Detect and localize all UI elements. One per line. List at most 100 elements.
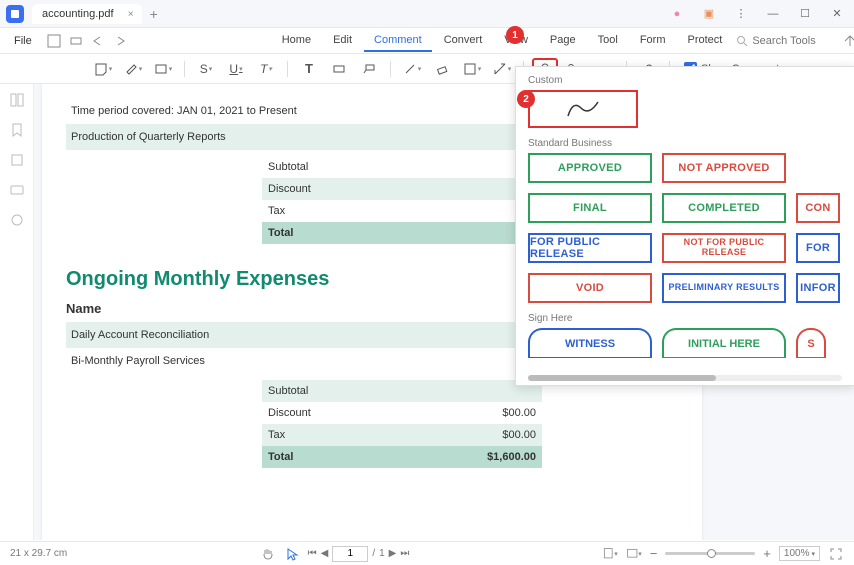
select-tool-icon[interactable] [284, 546, 300, 562]
zoom-in-button[interactable]: + [763, 546, 771, 561]
stamp-infor[interactable]: INFOR [796, 273, 840, 303]
totals-block-2: Subtotal Discount$00.00 Tax$00.00 Total$… [262, 380, 542, 468]
strikethrough-tool[interactable]: S▾ [193, 58, 219, 80]
custom-section-label: Custom [528, 75, 842, 86]
page-dimensions: 21 x 29.7 cm [10, 548, 67, 559]
text-tool[interactable]: T [296, 58, 322, 80]
menu-page[interactable]: Page [540, 30, 586, 52]
panel-scrollbar[interactable] [528, 375, 842, 381]
thumbnails-icon[interactable] [9, 92, 25, 108]
subtotal-label: Subtotal [268, 161, 308, 173]
zoom-level[interactable]: 100%▾ [779, 546, 820, 561]
menubar: File Home Edit Comment Convert View Page… [0, 28, 854, 54]
tax-label: Tax [268, 429, 285, 441]
stamp-con[interactable]: CON [796, 193, 840, 223]
total-label: Total [268, 227, 293, 239]
total-value: $1,600.00 [487, 451, 536, 463]
zoom-slider[interactable] [665, 552, 755, 555]
main-menus: Home Edit Comment Convert View Page Tool… [272, 30, 733, 52]
shapes-tool[interactable]: ▾ [459, 58, 485, 80]
print-icon[interactable] [68, 33, 84, 49]
discount-value: $00.00 [502, 407, 536, 419]
document-tab[interactable]: accounting.pdf × [32, 4, 142, 24]
stamp-preliminary-results[interactable]: PRELIMINARY RESULTS [662, 273, 786, 303]
search-input[interactable] [752, 35, 832, 47]
search-tools[interactable] [736, 35, 832, 47]
page-total: 1 [379, 548, 385, 559]
sign-stamp-initial-here[interactable]: INITIAL HERE [662, 328, 786, 358]
first-page-button[interactable]: ⏮ [308, 548, 317, 559]
eraser-tool[interactable] [429, 58, 455, 80]
fields-icon[interactable] [9, 182, 25, 198]
fullscreen-icon[interactable] [828, 546, 844, 562]
menu-convert[interactable]: Convert [434, 30, 493, 52]
menu-tool[interactable]: Tool [588, 30, 628, 52]
page-input[interactable] [332, 546, 368, 562]
note-tool[interactable]: ▾ [90, 58, 116, 80]
menu-comment[interactable]: Comment [364, 30, 432, 52]
stamp-for[interactable]: FOR [796, 233, 840, 263]
tax-label: Tax [268, 205, 285, 217]
tab-title: accounting.pdf [42, 8, 114, 20]
last-page-button[interactable]: ⏭ [400, 548, 409, 559]
pencil-tool[interactable]: ▾ [399, 58, 425, 80]
maximize-button[interactable]: ☐ [794, 3, 816, 25]
tab-close-icon[interactable]: × [128, 9, 134, 20]
textbox-tool[interactable] [326, 58, 352, 80]
highlight-tool[interactable]: ▾ [120, 58, 146, 80]
discount-label: Discount [268, 407, 311, 419]
user-icon[interactable]: ● [666, 3, 688, 25]
measure-tool[interactable]: ▾ [489, 58, 515, 80]
squiggly-tool[interactable]: T▾ [253, 58, 279, 80]
tax-value: $00.00 [502, 429, 536, 441]
tab-add-button[interactable]: + [150, 6, 158, 22]
custom-stamp-signature[interactable] [528, 90, 638, 128]
sign-grid: WITNESS INITIAL HERE S [528, 328, 842, 358]
comments-icon[interactable] [9, 212, 25, 228]
menu-edit[interactable]: Edit [323, 30, 362, 52]
redo-icon[interactable] [112, 33, 128, 49]
menu-protect[interactable]: Protect [677, 30, 732, 52]
callout-2: 2 [517, 90, 535, 108]
stamp-grid: APPROVED NOT APPROVED FINAL COMPLETED CON FOR… [528, 153, 842, 303]
close-button[interactable]: ✕ [826, 3, 848, 25]
callout-tool[interactable] [356, 58, 382, 80]
notification-icon[interactable]: ▣ [698, 3, 720, 25]
attachments-icon[interactable] [9, 152, 25, 168]
undo-icon[interactable] [90, 33, 106, 49]
bookmark-icon[interactable] [9, 122, 25, 138]
totals-block-1: Subtotal Discount Tax Total [262, 156, 542, 244]
page-navigation: ⏮ ◀ / 1 ▶ ⏭ [308, 546, 410, 562]
sign-stamp-witness[interactable]: WITNESS [528, 328, 652, 358]
more-icon[interactable]: ⋮ [730, 3, 752, 25]
prev-page-button[interactable]: ◀ [321, 548, 329, 559]
callout-1: 1 [506, 26, 524, 44]
subtotal-label: Subtotal [268, 385, 308, 397]
view-mode-icon[interactable]: ▾ [626, 546, 642, 562]
menu-home[interactable]: Home [272, 30, 321, 52]
share-icon[interactable] [842, 33, 854, 49]
app-icon [6, 5, 24, 23]
stamp-final[interactable]: FINAL [528, 193, 652, 223]
stamp-not-approved[interactable]: NOT APPROVED [662, 153, 786, 183]
stamp-approved[interactable]: APPROVED [528, 153, 652, 183]
minimize-button[interactable]: — [762, 3, 784, 25]
save-icon[interactable] [46, 33, 62, 49]
discount-label: Discount [268, 183, 311, 195]
sign-section-label: Sign Here [528, 313, 842, 324]
fit-page-icon[interactable]: ▾ [602, 546, 618, 562]
sign-stamp-s[interactable]: S [796, 328, 826, 358]
titlebar: accounting.pdf × + ● ▣ ⋮ — ☐ ✕ [0, 0, 854, 28]
file-menu[interactable]: File [8, 33, 38, 49]
area-highlight-tool[interactable]: ▾ [150, 58, 176, 80]
zoom-out-button[interactable]: − [650, 546, 658, 561]
hand-tool-icon[interactable] [260, 546, 276, 562]
stamp-not-for-public-release[interactable]: NOT FOR PUBLIC RELEASE [662, 233, 786, 263]
stamp-completed[interactable]: COMPLETED [662, 193, 786, 223]
menu-form[interactable]: Form [630, 30, 676, 52]
next-page-button[interactable]: ▶ [389, 548, 397, 559]
stamp-void[interactable]: VOID [528, 273, 652, 303]
left-rail [0, 84, 34, 540]
stamp-for-public-release[interactable]: FOR PUBLIC RELEASE [528, 233, 652, 263]
underline-tool[interactable]: U▾ [223, 58, 249, 80]
